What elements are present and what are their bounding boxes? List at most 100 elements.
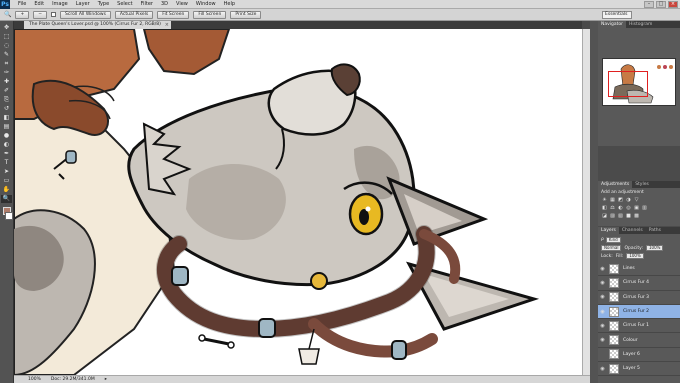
levels-icon[interactable]: ▦ — [610, 198, 615, 203]
layer-row[interactable]: ◉ Cirrus Fur 2 — [598, 304, 680, 320]
eraser-tool-icon[interactable]: ◧ — [1, 114, 12, 122]
invert-icon[interactable]: ◪ — [602, 214, 607, 219]
path-select-tool-icon[interactable]: ➤ — [1, 168, 12, 176]
tab-styles[interactable]: Styles — [632, 181, 652, 188]
close-button[interactable]: × — [668, 1, 678, 8]
filter-search-icon: ρ — [601, 237, 604, 242]
channel-mixer-icon[interactable]: ▣ — [634, 206, 639, 211]
threshold-icon[interactable]: ▧ — [618, 214, 623, 219]
healing-tool-icon[interactable]: ✚ — [1, 78, 12, 86]
layer-kind-filter[interactable]: Kind — [605, 236, 621, 243]
layer-name: Cirrus Fur 4 — [623, 280, 649, 286]
exposure-icon[interactable]: ◑ — [626, 198, 631, 203]
fit-screen-button[interactable]: Fit Screen — [157, 10, 190, 19]
color-balance-icon[interactable]: ⚖ — [610, 206, 615, 211]
dodge-tool-icon[interactable]: ◐ — [1, 141, 12, 149]
photo-filter-icon[interactable]: ◎ — [626, 206, 631, 211]
layer-row[interactable]: Layer 6 — [598, 347, 680, 363]
fill-screen-button[interactable]: Fill Screen — [193, 10, 227, 19]
menu-filter[interactable]: Filter — [137, 0, 157, 9]
tab-histogram[interactable]: Histogram — [626, 21, 655, 28]
layer-row[interactable]: ◉ Layer 5 — [598, 362, 680, 377]
close-tab-icon[interactable]: × — [165, 21, 169, 29]
quick-select-tool-icon[interactable]: ✎ — [1, 51, 12, 59]
menu-image[interactable]: Image — [48, 0, 72, 9]
crop-tool-icon[interactable]: ⌗ — [1, 60, 12, 68]
hue-saturation-icon[interactable]: ◧ — [602, 206, 607, 211]
background-color-swatch[interactable] — [5, 212, 13, 220]
fill-input[interactable]: 100% — [626, 253, 644, 259]
layer-row[interactable]: ◉ Colour — [598, 333, 680, 348]
vertical-scrollbar[interactable] — [582, 29, 590, 375]
marquee-tool-icon[interactable]: ⬚ — [1, 33, 12, 41]
vibrance-icon[interactable]: ▽ — [634, 198, 639, 203]
braid-bead-3 — [391, 340, 407, 360]
history-brush-tool-icon[interactable]: ↺ — [1, 105, 12, 113]
menu-3d[interactable]: 3D — [157, 0, 172, 9]
gradient-map-icon[interactable]: ■ — [626, 214, 631, 219]
workspace-select[interactable]: Essentials — [602, 11, 632, 19]
curves-icon[interactable]: ◩ — [618, 198, 623, 203]
brightness-icon[interactable]: ☀ — [602, 198, 607, 203]
shape-tool-icon[interactable]: ▭ — [1, 177, 12, 185]
document-tab[interactable]: The Plate Queen's Lover.psd @ 100% (Cirr… — [24, 21, 171, 29]
visibility-eye-icon[interactable]: ◉ — [598, 309, 607, 315]
tab-adjustments[interactable]: Adjustments — [598, 181, 633, 188]
menu-window[interactable]: Window — [192, 0, 220, 9]
status-menu-arrow-icon[interactable]: ▸ — [105, 376, 107, 383]
menu-select[interactable]: Select — [113, 0, 136, 9]
menu-view[interactable]: View — [172, 0, 192, 9]
scroll-all-windows-button[interactable]: Scroll All Windows — [60, 10, 111, 19]
menu-edit[interactable]: Edit — [30, 0, 48, 9]
adjustments-row-2: ◧ ⚖ ◐ ◎ ▣ ▥ — [602, 206, 647, 211]
minimize-button[interactable]: – — [644, 1, 654, 8]
visibility-eye-icon[interactable]: ◉ — [598, 337, 607, 343]
adjustments-row-3: ◪ ▨ ▧ ■ ▩ — [602, 214, 639, 219]
type-tool-icon[interactable]: T — [1, 159, 12, 167]
tab-paths[interactable]: Paths — [646, 227, 664, 234]
pen-tool-icon[interactable]: ✒ — [1, 150, 12, 158]
black-white-icon[interactable]: ◐ — [618, 206, 623, 211]
layer-row[interactable]: ◉ Cirrus Fur 3 — [598, 290, 680, 305]
print-size-button[interactable]: Print Size — [230, 10, 262, 19]
visibility-eye-icon[interactable]: ◉ — [598, 280, 607, 286]
document-canvas[interactable] — [14, 29, 582, 375]
gradient-tool-icon[interactable]: ▤ — [1, 123, 12, 131]
actual-pixels-button[interactable]: Actual Pixels — [114, 10, 154, 19]
blur-tool-icon[interactable]: ● — [1, 132, 12, 140]
hand-tool-icon[interactable]: ✋ — [1, 186, 12, 194]
opacity-input[interactable]: 100% — [645, 245, 664, 251]
eyedropper-tool-icon[interactable]: ✑ — [1, 69, 12, 77]
navigator-view-box[interactable] — [608, 71, 648, 97]
lasso-tool-icon[interactable]: ◌ — [1, 42, 12, 50]
tab-navigator[interactable]: Navigator — [598, 21, 627, 28]
tab-channels[interactable]: Channels — [619, 227, 646, 234]
menu-type[interactable]: Type — [94, 0, 113, 9]
layer-row[interactable]: ◉ Cirrus Fur 1 — [598, 319, 680, 334]
menu-file[interactable]: File — [14, 0, 30, 9]
layer-row[interactable]: ◉ Lines — [598, 262, 680, 277]
posterize-icon[interactable]: ▨ — [610, 214, 615, 219]
visibility-eye-icon[interactable]: ◉ — [598, 323, 607, 329]
visibility-eye-icon[interactable]: ◉ — [598, 266, 607, 272]
brush-tool-icon[interactable]: ✐ — [1, 87, 12, 95]
clone-stamp-tool-icon[interactable]: ⎘ — [1, 96, 12, 104]
visibility-eye-icon[interactable]: ◉ — [598, 294, 607, 300]
zoom-in-button[interactable]: + — [15, 10, 30, 19]
zoom-tool-icon[interactable]: 🔍 — [1, 195, 12, 203]
scroll-all-checkbox[interactable] — [51, 12, 57, 17]
zoom-out-button[interactable]: − — [33, 10, 48, 19]
navigator-preview[interactable] — [602, 58, 676, 106]
menu-help[interactable]: Help — [220, 0, 239, 9]
color-lookup-icon[interactable]: ▥ — [642, 206, 647, 211]
visibility-eye-icon[interactable]: ◉ — [598, 366, 607, 372]
zoom-level[interactable]: 100% — [28, 376, 41, 383]
menu-layer[interactable]: Layer — [72, 0, 94, 9]
maximize-button[interactable]: □ — [656, 1, 666, 8]
tab-layers[interactable]: Layers — [598, 227, 619, 234]
blend-mode-select[interactable]: Normal — [601, 245, 622, 251]
layer-thumbnail — [609, 363, 619, 374]
layer-row[interactable]: ◉ Cirrus Fur 4 — [598, 276, 680, 291]
selective-color-icon[interactable]: ▩ — [634, 214, 639, 219]
move-tool-icon[interactable]: ✥ — [1, 24, 12, 32]
